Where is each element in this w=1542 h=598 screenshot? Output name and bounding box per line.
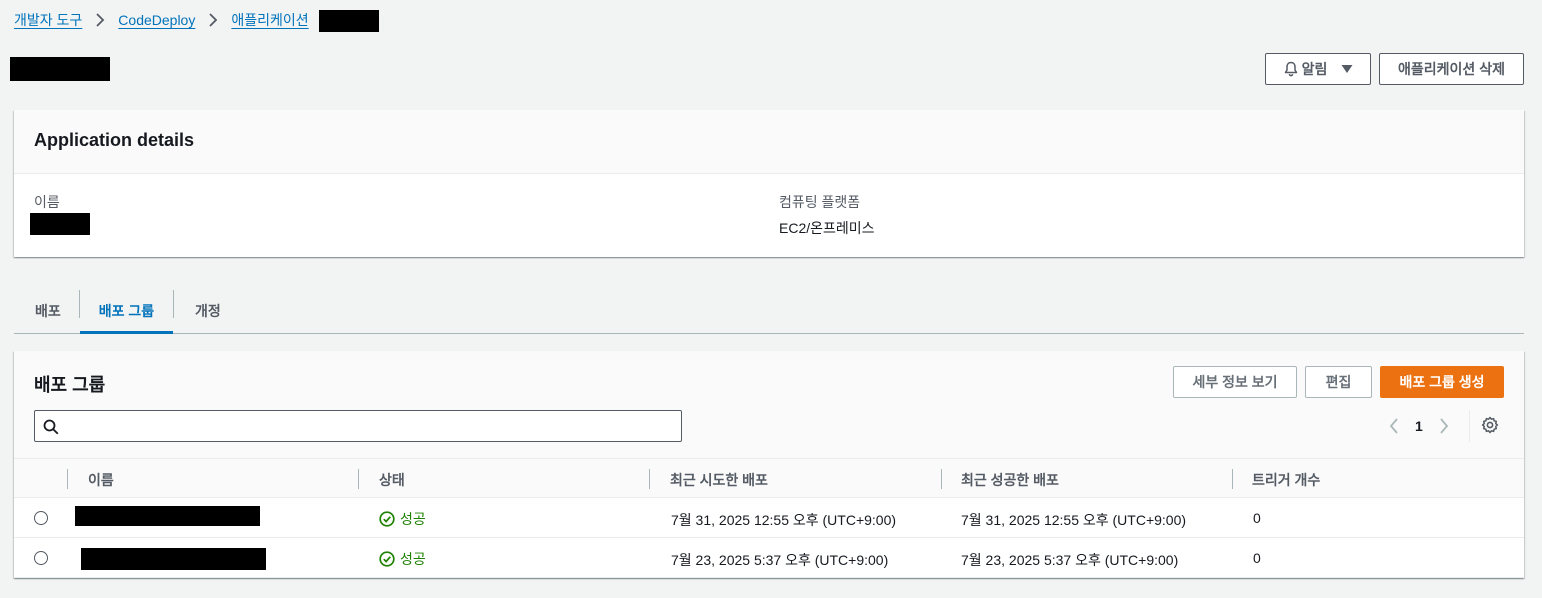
tab-deployments[interactable]: 배포 <box>35 288 61 333</box>
edit-button[interactable]: 편집 <box>1305 366 1372 398</box>
column-separator <box>358 469 359 489</box>
page-number[interactable]: 1 <box>1415 418 1423 434</box>
redacted-group-name <box>75 506 260 526</box>
delete-application-label: 애플리케이션 삭제 <box>1398 61 1505 77</box>
status-badge: 성공 <box>379 549 426 569</box>
breadcrumb: 개발자 도구 CodeDeploy 애플리케이션 <box>14 10 345 30</box>
success-check-icon <box>379 551 395 567</box>
last-successful-cell: 7월 31, 2025 12:55 오후 (UTC+9:00) <box>961 512 1187 528</box>
triggers-cell: 0 <box>1253 550 1261 566</box>
column-header-last-attempted[interactable]: 최근 시도한 배포 <box>670 470 768 490</box>
redacted-page-title <box>10 57 110 81</box>
gear-icon[interactable] <box>1481 416 1499 437</box>
bell-icon <box>1283 61 1299 77</box>
pagination: 1 <box>1389 414 1449 438</box>
tab-divider <box>173 290 174 318</box>
name-label: 이름 <box>34 194 60 210</box>
notifications-button[interactable]: 알림 <box>1265 53 1371 85</box>
pagination-divider <box>1469 410 1470 442</box>
application-details-header: Application details <box>14 110 1524 174</box>
last-attempted-cell: 7월 23, 2025 5:37 오후 (UTC+9:00) <box>671 552 889 568</box>
chevron-right-icon[interactable] <box>1439 418 1449 434</box>
tab-revisions[interactable]: 개정 <box>195 288 221 333</box>
redacted-application-name <box>30 213 90 235</box>
column-separator <box>649 469 650 489</box>
column-separator <box>941 469 942 489</box>
create-deployment-group-button[interactable]: 배포 그룹 생성 <box>1380 366 1504 398</box>
chevron-right-icon <box>208 13 218 27</box>
platform-label: 컴퓨팅 플랫폼 <box>779 194 861 210</box>
redacted-group-name <box>81 548 266 570</box>
create-deployment-group-label: 배포 그룹 생성 <box>1399 374 1485 390</box>
table-header: 이름 상태 최근 시도한 배포 최근 성공한 배포 트리거 개수 <box>14 458 1524 498</box>
column-header-triggers[interactable]: 트리거 개수 <box>1252 470 1320 490</box>
column-header-name[interactable]: 이름 <box>88 470 114 490</box>
row-select-radio[interactable] <box>34 511 48 525</box>
status-badge: 성공 <box>379 509 426 529</box>
search-field[interactable] <box>34 410 682 442</box>
search-input[interactable] <box>65 411 675 441</box>
application-details-panel: Application details 이름 컴퓨팅 플랫폼 EC2/온프레미스 <box>14 110 1524 257</box>
column-header-status[interactable]: 상태 <box>379 470 405 490</box>
chevron-left-icon[interactable] <box>1389 418 1399 434</box>
breadcrumb-applications[interactable]: 애플리케이션 <box>231 10 308 30</box>
redacted-breadcrumb-current <box>319 10 379 32</box>
platform-value: EC2/온프레미스 <box>779 220 875 236</box>
tab-deployment-groups[interactable]: 배포 그룹 <box>80 288 173 334</box>
last-successful-cell: 7월 23, 2025 5:37 오후 (UTC+9:00) <box>961 552 1179 568</box>
application-details-title: Application details <box>34 130 195 150</box>
last-attempted-cell: 7월 31, 2025 12:55 오후 (UTC+9:00) <box>671 512 897 528</box>
chevron-right-icon <box>95 13 105 27</box>
success-check-icon <box>379 511 395 527</box>
caret-down-icon <box>1341 64 1353 74</box>
tab-bar: 배포 배포 그룹 개정 <box>14 288 1524 334</box>
edit-label: 편집 <box>1325 374 1352 390</box>
view-details-label: 세부 정보 보기 <box>1192 374 1278 390</box>
column-header-last-successful[interactable]: 최근 성공한 배포 <box>961 470 1059 490</box>
status-text: 성공 <box>400 551 426 567</box>
delete-application-button[interactable]: 애플리케이션 삭제 <box>1379 53 1524 85</box>
column-separator <box>1232 469 1233 489</box>
status-text: 성공 <box>400 511 426 527</box>
breadcrumb-developer-tools[interactable]: 개발자 도구 <box>14 10 82 30</box>
triggers-cell: 0 <box>1253 510 1261 526</box>
deployment-groups-title: 배포 그룹 <box>34 375 106 395</box>
row-select-radio[interactable] <box>34 551 48 565</box>
column-separator <box>67 469 68 489</box>
notifications-label: 알림 <box>1301 61 1328 77</box>
search-icon <box>43 419 59 438</box>
view-details-button[interactable]: 세부 정보 보기 <box>1173 366 1297 398</box>
breadcrumb-codedeploy[interactable]: CodeDeploy <box>118 12 195 28</box>
